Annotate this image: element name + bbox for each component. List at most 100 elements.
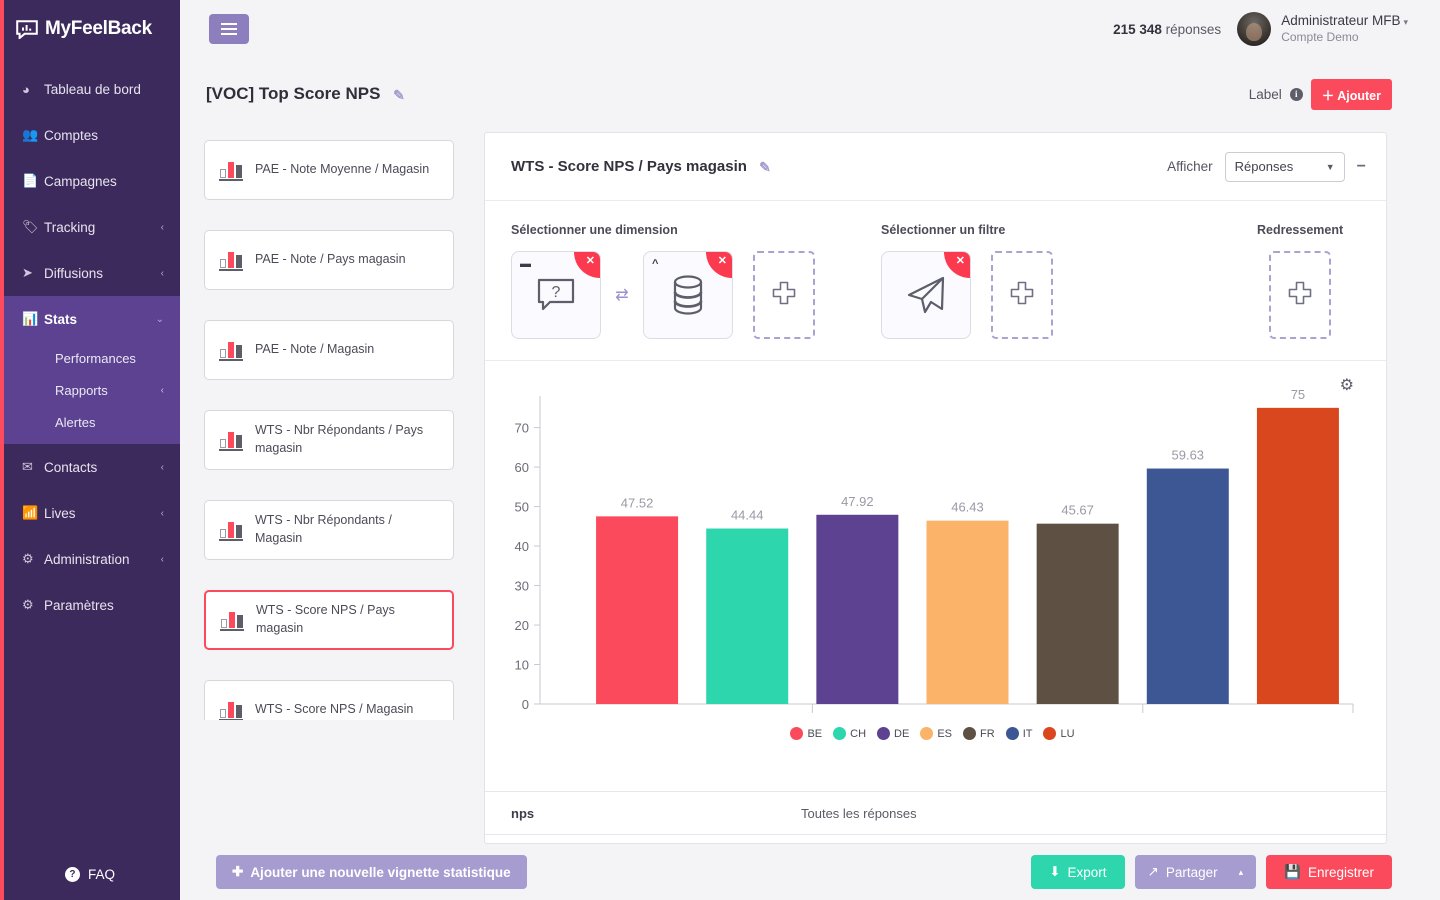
chevron-icon: ‹ <box>160 267 164 279</box>
legend-item[interactable]: FR <box>963 727 995 740</box>
list-item[interactable]: PAE - Note Moyenne / Magasin <box>204 140 454 200</box>
bar-chart-icon <box>219 159 243 181</box>
footer-actions: ⬇ Export ↗ Partager ▴ 💾 Enregistrer <box>1031 855 1392 889</box>
legend-item[interactable]: LU <box>1043 727 1075 740</box>
paper-plane-icon: ➤ <box>22 265 33 280</box>
page-title: [VOC] Top Score NPS ✎ <box>206 84 405 104</box>
info-icon[interactable]: i <box>1289 87 1303 101</box>
legend-item[interactable]: DE <box>877 727 909 740</box>
bar-chart-icon <box>220 609 244 631</box>
dimension-tile-database[interactable]: ^ ✕ <box>643 251 733 339</box>
add-filter-button[interactable] <box>991 251 1053 339</box>
table-cell-value: Toutes les réponses <box>801 805 917 821</box>
add-vignette-label: Ajouter une nouvelle vignette statistiqu… <box>250 864 511 880</box>
file-icon: 📄 <box>22 173 39 188</box>
svg-text:?: ? <box>552 284 561 301</box>
sidebar-item-administration[interactable]: ⚙ Administration ‹ <box>0 536 180 582</box>
export-label: Export <box>1067 864 1107 880</box>
redressement-title: Redressement <box>1257 223 1344 237</box>
brand-name: MyFeelBack <box>45 18 152 39</box>
sidebar-subitem-label: Alertes <box>55 414 96 430</box>
plus-icon <box>1288 281 1312 305</box>
faq-link[interactable]: ? FAQ <box>0 848 180 900</box>
legend-label: CH <box>850 727 867 740</box>
sidebar-item-alertes[interactable]: Alertes <box>0 406 180 438</box>
sidebar-subitem-label: Performances <box>55 350 136 366</box>
share-button[interactable]: ↗ Partager ▴ <box>1134 855 1257 889</box>
save-button[interactable]: 💾 Enregistrer <box>1266 855 1392 889</box>
vignette-list[interactable]: PAE - Note Moyenne / Magasin PAE - Note … <box>204 140 454 720</box>
svg-text:59.63: 59.63 <box>1172 448 1205 463</box>
database-icon <box>673 275 703 315</box>
bar-chart-icon <box>219 429 243 451</box>
legend-item[interactable]: IT <box>1005 727 1032 740</box>
add-redressement-button[interactable] <box>1269 251 1331 339</box>
chevron-icon: ‹ <box>160 384 164 396</box>
dimension-title: Sélectionner une dimension <box>511 223 678 237</box>
sidebar-item-performances[interactable]: Performances <box>0 342 180 374</box>
export-button[interactable]: ⬇ Export <box>1031 855 1125 889</box>
sidebar-item-stats[interactable]: 📊 Stats ⌄ <box>0 296 180 342</box>
sidebar-item-diffusions[interactable]: ➤ Diffusions ‹ <box>0 250 180 296</box>
selector-row: Sélectionner une dimension ▬ ✕ ? ⇄ ^ ✕ S… <box>485 201 1386 361</box>
svg-text:47.92: 47.92 <box>841 494 874 509</box>
close-icon[interactable]: ✕ <box>574 252 600 278</box>
add-label-button[interactable]: ＋ Ajouter <box>1310 78 1392 110</box>
legend-label: BE <box>807 727 823 740</box>
brand[interactable]: MyFeelBack <box>0 0 180 58</box>
download-icon: ⬇ <box>1049 864 1061 879</box>
sidebar-item-tracking[interactable]: 🏷 Tracking ‹ <box>0 204 180 250</box>
sidebar-item-label: Tableau de bord <box>44 81 141 97</box>
sidebar-item-parametres[interactable]: ⚙ Paramètres <box>0 582 180 628</box>
sidebar-item-label: Lives <box>44 505 76 521</box>
add-vignette-button[interactable]: ✚ Ajouter une nouvelle vignette statisti… <box>216 855 527 889</box>
save-label: Enregistrer <box>1307 864 1374 880</box>
pencil-icon[interactable]: ✎ <box>759 159 771 176</box>
close-icon[interactable]: ✕ <box>706 252 732 278</box>
pencil-icon[interactable]: ✎ <box>393 87 405 104</box>
afficher-label: Afficher <box>1167 159 1213 174</box>
sidebar-item-contacts[interactable]: ✉ Contacts ‹ <box>0 444 180 490</box>
share-icon: ↗ <box>1147 864 1159 879</box>
sidebar-item-label: Tracking <box>44 219 96 235</box>
legend-item[interactable]: ES <box>920 727 952 740</box>
user-menu[interactable]: Administrateur MFB ▾ Compte Demo <box>1237 12 1408 46</box>
filter-tile-diffusion[interactable]: ✕ <box>881 251 971 339</box>
svg-text:75: 75 <box>1291 387 1305 402</box>
dimension-selector: Sélectionner une dimension ▬ ✕ ? ⇄ ^ ✕ <box>511 223 815 339</box>
svg-text:20: 20 <box>515 618 529 633</box>
list-item[interactable]: PAE - Note / Magasin <box>204 320 454 380</box>
list-item[interactable]: PAE - Note / Pays magasin <box>204 230 454 290</box>
responses-counter: 215 348 réponses <box>1113 22 1221 37</box>
dimension-tile-question[interactable]: ▬ ✕ ? <box>511 251 601 339</box>
list-item[interactable]: WTS - Nbr Répondants / Pays magasin <box>204 410 454 470</box>
sidebar-item-comptes[interactable]: 👥 Comptes <box>0 112 180 158</box>
user-name: Administrateur MFB ▾ <box>1281 13 1408 29</box>
responses-count-value: 215 348 <box>1113 21 1162 37</box>
bar-chart-icon <box>219 339 243 361</box>
chevron-icon: ‹ <box>160 507 164 519</box>
legend-color-dot <box>790 727 804 740</box>
list-item[interactable]: WTS - Nbr Répondants / Magasin <box>204 500 454 560</box>
add-dimension-button[interactable] <box>753 251 815 339</box>
svg-text:60: 60 <box>515 460 529 475</box>
sidebar-item-lives[interactable]: 📶 Lives ‹ <box>0 490 180 536</box>
list-item[interactable]: WTS - Score NPS / Magasin <box>204 680 454 720</box>
chevron-down-icon: ▼ <box>1325 161 1335 172</box>
legend-item[interactable]: BE <box>790 727 822 740</box>
sidebar-item-campagnes[interactable]: 📄 Campagnes <box>0 158 180 204</box>
sidebar-item-rapports[interactable]: Rapports ‹ <box>0 374 180 406</box>
sidebar-item-label: Administration <box>44 551 130 567</box>
svg-text:70: 70 <box>515 421 529 436</box>
afficher-select[interactable]: Réponses ▼ <box>1224 151 1345 182</box>
hamburger-icon[interactable] <box>209 14 249 44</box>
legend-item[interactable]: CH <box>833 727 866 740</box>
svg-text:44.44: 44.44 <box>731 508 764 523</box>
swap-arrows-icon[interactable]: ⇄ <box>601 285 643 305</box>
legend-color-dot <box>1043 727 1057 740</box>
bar-chart: 0 10 20 30 40 50 60 70 47.52 44.44 47.92 46.43 45.67… <box>515 387 1354 713</box>
collapse-card-button[interactable]: − <box>1357 158 1366 175</box>
list-item-selected[interactable]: WTS - Score NPS / Pays magasin <box>204 590 454 650</box>
sidebar-item-tableau-de-bord[interactable]: ◕ Tableau de bord <box>0 66 180 112</box>
chevron-icon: ‹ <box>160 221 164 233</box>
